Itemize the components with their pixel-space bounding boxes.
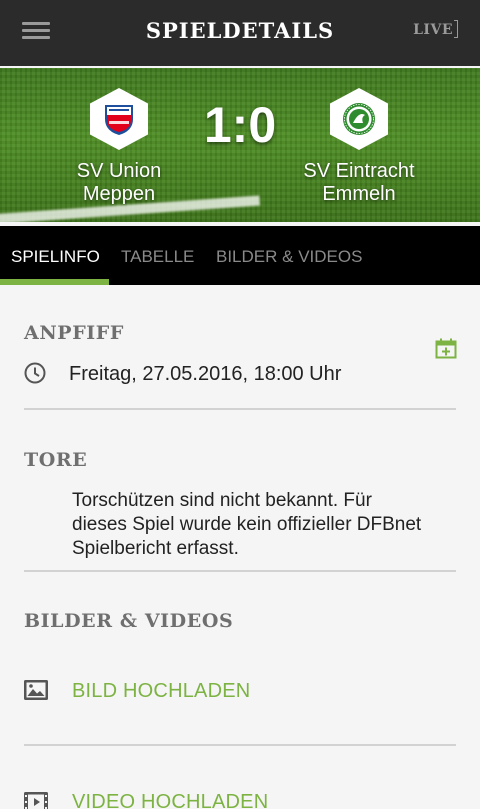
home-team-name-line2: Meppen xyxy=(82,183,156,205)
match-header: SV Union Meppen 1:0 SV Eintracht Emmeln xyxy=(0,68,480,222)
tore-info-line1: Torschützen sind nicht bekannt. Für xyxy=(72,490,372,511)
calendar-add-icon[interactable] xyxy=(435,338,457,364)
media-heading: BILDER & VIDEOS xyxy=(24,610,234,632)
tore-heading: TORE xyxy=(24,449,88,471)
tore-info-line2: dieses Spiel wurde kein offizieller DFBn… xyxy=(72,514,422,535)
home-team-crest-icon xyxy=(90,88,148,150)
tore-info-line3: Spielbericht erfasst. xyxy=(72,538,239,559)
home-team-name-line1: SV Union xyxy=(76,160,162,182)
upload-image-button[interactable]: BILD HOCHLADEN xyxy=(72,680,250,703)
anpfiff-heading: ANPFIFF xyxy=(24,322,124,344)
away-team-crest-icon xyxy=(330,88,388,150)
clock-icon xyxy=(24,362,46,389)
page-title: SPIELDETAILS xyxy=(145,18,335,43)
video-icon[interactable] xyxy=(24,792,48,809)
app-bar: SPIELDETAILS LIVE xyxy=(0,0,480,66)
divider xyxy=(24,744,456,746)
home-team[interactable]: SV Union Meppen xyxy=(34,88,204,206)
away-team-name-line2: Emmeln xyxy=(322,183,396,205)
tab-bar: SPIELINFO TABELLE BILDER & VIDEOS xyxy=(0,226,480,285)
image-icon[interactable] xyxy=(24,680,48,705)
divider xyxy=(24,570,456,572)
live-bracket-icon xyxy=(454,20,458,38)
tab-bilder-videos[interactable]: BILDER & VIDEOS xyxy=(216,247,362,267)
divider xyxy=(24,408,456,410)
live-label: LIVE xyxy=(413,22,453,38)
tab-spielinfo[interactable]: SPIELINFO xyxy=(11,247,100,267)
live-button[interactable]: LIVE xyxy=(413,20,458,38)
away-team-name-line1: SV Eintracht xyxy=(303,160,415,182)
kickoff-datetime: Freitag, 27.05.2016, 18:00 Uhr xyxy=(69,363,342,385)
active-tab-indicator xyxy=(0,279,109,285)
upload-video-button[interactable]: VIDEO HOCHLADEN xyxy=(72,791,268,809)
tab-tabelle[interactable]: TABELLE xyxy=(121,247,194,267)
away-team[interactable]: SV Eintracht Emmeln xyxy=(274,88,444,206)
